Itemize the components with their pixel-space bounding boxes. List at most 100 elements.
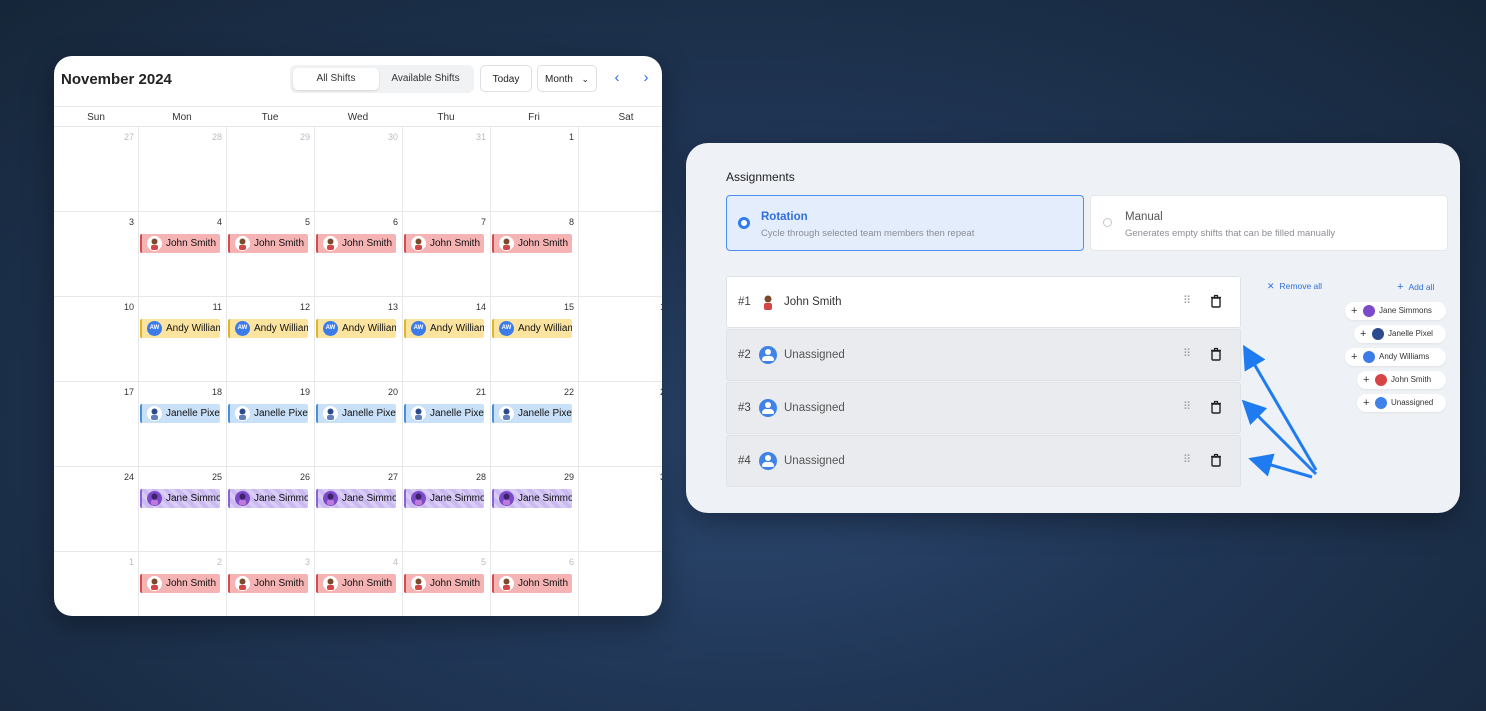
- shift-chip[interactable]: Janelle Pixel: [140, 404, 220, 423]
- shift-chip[interactable]: Janelle Pixel: [492, 404, 572, 423]
- trash-icon[interactable]: [1209, 453, 1223, 467]
- day-cell[interactable]: 1: [490, 127, 578, 212]
- shift-chip[interactable]: John Smith: [404, 234, 484, 253]
- day-cell[interactable]: 30: [578, 467, 662, 552]
- add-member-pill[interactable]: + Jane Simmons: [1345, 302, 1446, 320]
- day-cell[interactable]: 9: [578, 212, 662, 297]
- day-cell[interactable]: 3: [54, 212, 138, 297]
- shift-chip[interactable]: John Smith: [140, 574, 220, 593]
- day-cell[interactable]: 26 Jane Simmons: [226, 467, 314, 552]
- day-cell[interactable]: 21 Janelle Pixel: [402, 382, 490, 467]
- day-cell[interactable]: 15 AW Andy Williams: [490, 297, 578, 382]
- shift-chip[interactable]: Jane Simmons: [492, 489, 572, 508]
- day-cell[interactable]: 11 AW Andy Williams: [138, 297, 226, 382]
- add-member-pill[interactable]: + Janelle Pixel: [1354, 325, 1446, 343]
- shift-chip[interactable]: John Smith: [140, 234, 220, 253]
- shift-chip[interactable]: Jane Simmons: [316, 489, 396, 508]
- assignment-slot[interactable]: #4 Unassigned ⠿: [726, 435, 1241, 487]
- day-cell[interactable]: 2 John Smith: [138, 552, 226, 616]
- avatar: [499, 491, 514, 506]
- drag-handle-icon[interactable]: ⠿: [1183, 294, 1191, 307]
- manual-radio[interactable]: [1103, 218, 1112, 227]
- shift-chip[interactable]: AW Andy Williams: [228, 319, 308, 338]
- day-cell[interactable]: 7: [578, 552, 662, 616]
- remove-all-button[interactable]: ✕ Remove all: [1267, 281, 1322, 292]
- drag-handle-icon[interactable]: ⠿: [1183, 400, 1191, 413]
- assignment-slot[interactable]: #2 Unassigned ⠿: [726, 329, 1241, 381]
- day-cell[interactable]: 5 John Smith: [402, 552, 490, 616]
- add-member-pill[interactable]: + John Smith: [1357, 371, 1446, 389]
- view-select[interactable]: Month ⌄: [537, 65, 597, 92]
- shift-chip[interactable]: AW Andy Williams: [492, 319, 572, 338]
- day-cell[interactable]: 31: [402, 127, 490, 212]
- assignment-slot[interactable]: #3 Unassigned ⠿: [726, 382, 1241, 434]
- day-cell[interactable]: 25 Jane Simmons: [138, 467, 226, 552]
- day-cell[interactable]: 27 Jane Simmons: [314, 467, 402, 552]
- day-cell[interactable]: 18 Janelle Pixel: [138, 382, 226, 467]
- chevron-left-icon[interactable]: ‹: [609, 70, 625, 86]
- day-cell[interactable]: 10: [54, 297, 138, 382]
- day-cell[interactable]: 3 John Smith: [226, 552, 314, 616]
- day-cell[interactable]: 24: [54, 467, 138, 552]
- day-cell[interactable]: 28 Jane Simmons: [402, 467, 490, 552]
- day-cell[interactable]: 2: [578, 127, 662, 212]
- day-cell[interactable]: 4 John Smith: [138, 212, 226, 297]
- day-cell[interactable]: 29: [226, 127, 314, 212]
- day-cell[interactable]: 14 AW Andy Williams: [402, 297, 490, 382]
- day-cell[interactable]: 29 Jane Simmons: [490, 467, 578, 552]
- tab-available-shifts[interactable]: Available Shifts: [380, 68, 471, 90]
- trash-icon[interactable]: [1209, 400, 1223, 414]
- manual-option[interactable]: Manual Generates empty shifts that can b…: [1090, 195, 1448, 251]
- rotation-radio[interactable]: [738, 217, 750, 229]
- shift-chip[interactable]: Janelle Pixel: [228, 404, 308, 423]
- shift-chip[interactable]: AW Andy Williams: [140, 319, 220, 338]
- day-number: 23: [660, 387, 662, 397]
- add-member-pill[interactable]: + Unassigned: [1357, 394, 1446, 412]
- avatar: [147, 491, 162, 506]
- day-cell[interactable]: 28: [138, 127, 226, 212]
- day-cell[interactable]: 7 John Smith: [402, 212, 490, 297]
- shift-chip[interactable]: John Smith: [316, 234, 396, 253]
- trash-icon[interactable]: [1209, 294, 1223, 308]
- shift-chip[interactable]: John Smith: [404, 574, 484, 593]
- shift-chip[interactable]: Jane Simmons: [228, 489, 308, 508]
- day-cell[interactable]: 6 John Smith: [314, 212, 402, 297]
- day-cell[interactable]: 23: [578, 382, 662, 467]
- shift-chip[interactable]: John Smith: [228, 574, 308, 593]
- rotation-option[interactable]: Rotation Cycle through selected team mem…: [726, 195, 1084, 251]
- day-cell[interactable]: 20 Janelle Pixel: [314, 382, 402, 467]
- day-cell[interactable]: 27: [54, 127, 138, 212]
- shift-chip[interactable]: Jane Simmons: [140, 489, 220, 508]
- shift-chip[interactable]: John Smith: [228, 234, 308, 253]
- assignment-slot[interactable]: #1 John Smith ⠿: [726, 276, 1241, 328]
- add-all-button[interactable]: + Add all: [1397, 281, 1434, 293]
- day-cell[interactable]: 17: [54, 382, 138, 467]
- shift-chip[interactable]: AW Andy Williams: [316, 319, 396, 338]
- day-cell[interactable]: 30: [314, 127, 402, 212]
- day-cell[interactable]: 4 John Smith: [314, 552, 402, 616]
- day-cell[interactable]: 5 John Smith: [226, 212, 314, 297]
- day-cell[interactable]: 22 Janelle Pixel: [490, 382, 578, 467]
- day-cell[interactable]: 1: [54, 552, 138, 616]
- shift-chip[interactable]: Jane Simmons: [404, 489, 484, 508]
- trash-icon[interactable]: [1209, 347, 1223, 361]
- day-cell[interactable]: 13 AW Andy Williams: [314, 297, 402, 382]
- drag-handle-icon[interactable]: ⠿: [1183, 347, 1191, 360]
- shift-chip[interactable]: John Smith: [492, 234, 572, 253]
- day-cell[interactable]: 16: [578, 297, 662, 382]
- shift-chip[interactable]: Janelle Pixel: [404, 404, 484, 423]
- drag-handle-icon[interactable]: ⠿: [1183, 453, 1191, 466]
- day-cell[interactable]: 8 John Smith: [490, 212, 578, 297]
- shift-chip[interactable]: John Smith: [492, 574, 572, 593]
- shift-chip[interactable]: John Smith: [316, 574, 396, 593]
- shift-chip[interactable]: Janelle Pixel: [316, 404, 396, 423]
- shift-chip[interactable]: AW Andy Williams: [404, 319, 484, 338]
- add-member-pill[interactable]: + Andy Williams: [1345, 348, 1446, 366]
- plus-icon: +: [1351, 305, 1358, 317]
- day-cell[interactable]: 6 John Smith: [490, 552, 578, 616]
- day-cell[interactable]: 19 Janelle Pixel: [226, 382, 314, 467]
- tab-all-shifts[interactable]: All Shifts: [293, 68, 379, 90]
- chevron-right-icon[interactable]: ›: [638, 70, 654, 86]
- today-button[interactable]: Today: [480, 65, 532, 92]
- day-cell[interactable]: 12 AW Andy Williams: [226, 297, 314, 382]
